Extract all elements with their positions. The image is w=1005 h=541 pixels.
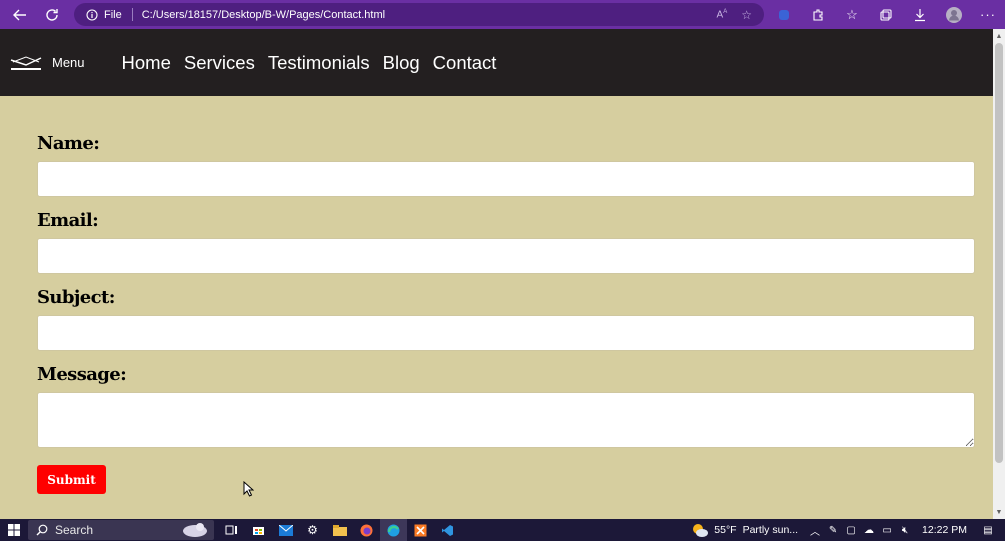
- weather-temp: 55°F: [714, 524, 737, 536]
- collections-icon[interactable]: [869, 0, 903, 29]
- settings-gear-icon[interactable]: ⚙: [299, 519, 326, 541]
- notifications-icon[interactable]: ▤: [979, 525, 997, 536]
- nav-link-services[interactable]: Services: [184, 52, 255, 74]
- weather-widget[interactable]: 55°F Partly sun...: [691, 522, 798, 538]
- nav-link-contact[interactable]: Contact: [433, 52, 497, 74]
- name-input[interactable]: [37, 161, 975, 197]
- menu-toggle[interactable]: Menu: [52, 55, 85, 70]
- scheme-label: File: [104, 8, 122, 21]
- message-label: Message:: [37, 364, 127, 385]
- file-explorer-icon[interactable]: [326, 519, 353, 541]
- main-nav: Home Services Testimonials Blog Contact: [122, 52, 510, 74]
- partly-sunny-icon: [693, 524, 709, 537]
- system-tray: 55°F Partly sun... ︿ ✎ ▢ ☁ ▭ 🔇︎ 12:22 PM…: [691, 519, 1005, 541]
- back-arrow-icon: [13, 9, 26, 20]
- search-label: Search: [55, 523, 94, 537]
- edge-browser-icon[interactable]: [380, 519, 407, 541]
- firefox-icon[interactable]: [353, 519, 380, 541]
- taskbar-search[interactable]: Search: [28, 520, 214, 540]
- store-icon[interactable]: [245, 519, 272, 541]
- downloads-icon[interactable]: [903, 0, 937, 29]
- windows-taskbar: Search ⚙ 55°F Partly sun... ︿ ✎ ▢ ☁ ▭ 🔇︎…: [0, 519, 1005, 541]
- mail-icon[interactable]: [272, 519, 299, 541]
- vscode-icon[interactable]: [434, 519, 461, 541]
- browser-toolbar: File C:/Users/18157/Desktop/B-W/Pages/Co…: [0, 0, 1005, 29]
- site-header: Menu Home Services Testimonials Blog Con…: [0, 29, 993, 96]
- task-view-icon[interactable]: [218, 519, 245, 541]
- mouse-cursor-icon: [243, 481, 254, 497]
- taskbar-clock[interactable]: 12:22 PM: [922, 524, 967, 536]
- search-highlight-image: [183, 523, 207, 537]
- url-text[interactable]: C:/Users/18157/Desktop/B-W/Pages/Contact…: [142, 9, 717, 21]
- email-input[interactable]: [37, 238, 975, 274]
- page-scrollbar[interactable]: ▲ ▼: [993, 29, 1005, 519]
- scroll-thumb[interactable]: [995, 43, 1003, 463]
- submit-button[interactable]: Submit: [37, 465, 106, 494]
- windows-logo-icon: [8, 524, 20, 536]
- meet-now-icon[interactable]: ▢: [842, 525, 860, 536]
- settings-more-icon[interactable]: ···: [971, 0, 1005, 29]
- favorites-icon[interactable]: ☆: [835, 0, 869, 29]
- profile-avatar-icon[interactable]: [937, 0, 971, 29]
- address-bar[interactable]: File C:/Users/18157/Desktop/B-W/Pages/Co…: [74, 3, 764, 26]
- xampp-icon[interactable]: [407, 519, 434, 541]
- volume-muted-icon[interactable]: 🔇︎: [896, 525, 914, 536]
- refresh-icon: [46, 8, 58, 21]
- show-hidden-icons-icon[interactable]: ︿: [806, 523, 824, 538]
- extensions-icon[interactable]: [801, 0, 835, 29]
- email-label: Email:: [37, 210, 99, 231]
- message-textarea[interactable]: [37, 392, 975, 448]
- subject-input[interactable]: [37, 315, 975, 351]
- weather-desc: Partly sun...: [742, 524, 799, 536]
- refresh-button[interactable]: [38, 1, 66, 29]
- read-aloud-icon[interactable]: AA: [717, 9, 728, 20]
- add-favorite-icon[interactable]: ☆: [741, 8, 752, 22]
- company-logo[interactable]: [9, 52, 43, 74]
- address-separator: [131, 8, 133, 21]
- scroll-down-icon[interactable]: ▼: [993, 506, 1005, 518]
- scroll-up-icon[interactable]: ▲: [993, 30, 1005, 42]
- start-button[interactable]: [0, 519, 28, 541]
- nav-link-testimonials[interactable]: Testimonials: [268, 52, 370, 74]
- copilot-icon[interactable]: [767, 0, 801, 29]
- search-icon: [36, 524, 48, 536]
- onedrive-cloud-icon[interactable]: ☁: [860, 525, 878, 536]
- info-icon[interactable]: [86, 8, 98, 21]
- battery-icon[interactable]: ▭: [878, 525, 896, 536]
- back-button[interactable]: [6, 1, 34, 29]
- subject-label: Subject:: [37, 287, 115, 308]
- name-label: Name:: [37, 133, 100, 154]
- nav-link-blog[interactable]: Blog: [383, 52, 420, 74]
- nav-link-home[interactable]: Home: [122, 52, 171, 74]
- pen-icon[interactable]: ✎: [824, 525, 842, 536]
